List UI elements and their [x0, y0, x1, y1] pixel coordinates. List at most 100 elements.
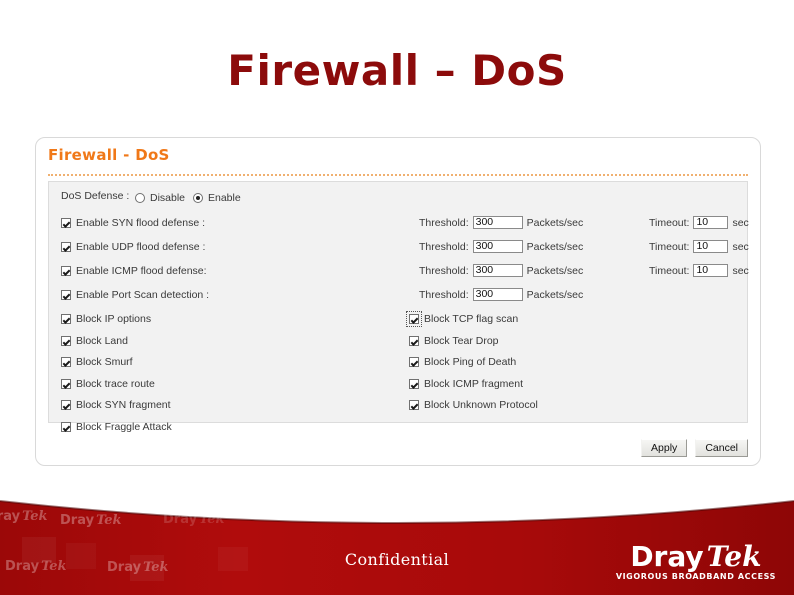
threshold-label: Threshold:: [419, 216, 469, 229]
slide-footer: DrayTek DrayTek DrayTek DrayTek DrayTek …: [0, 483, 794, 595]
panel-body: DoS Defense : Disable Enable Enable SYN …: [48, 181, 749, 433]
checkbox-udp-flood[interactable]: Enable UDP flood defense :: [61, 241, 205, 253]
checkbox-icon[interactable]: [61, 336, 71, 346]
checkbox-block-icmp-fragment[interactable]: Block ICMP fragment: [409, 378, 523, 390]
checkbox-icon[interactable]: [409, 357, 419, 367]
checkbox-label: Block IP options: [76, 313, 152, 325]
timeout-unit: sec: [732, 264, 749, 277]
threshold-unit: Packets/sec: [526, 216, 584, 229]
checkbox-label: Block ICMP fragment: [424, 378, 524, 390]
checkbox-icon[interactable]: [61, 314, 71, 324]
dos-defense-label: DoS Defense :: [61, 190, 130, 202]
checkbox-icon[interactable]: [61, 400, 71, 410]
threshold-label: Threshold:: [419, 240, 469, 253]
apply-button[interactable]: Apply: [641, 439, 688, 457]
threshold-field-group: Threshold: Packets/sec: [419, 216, 583, 229]
checkbox-block-ping-of-death[interactable]: Block Ping of Death: [409, 356, 516, 368]
panel-button-bar: Apply Cancel: [641, 439, 748, 457]
checkbox-icmp-flood[interactable]: Enable ICMP flood defense:: [61, 265, 207, 277]
checkbox-label: Block Land: [76, 335, 128, 347]
threshold-label: Threshold:: [419, 264, 469, 277]
threshold-input[interactable]: [472, 264, 523, 277]
checkbox-block-syn-fragment[interactable]: Block SYN fragment: [61, 399, 171, 411]
draytek-logo: Dray Tek VIGOROUS BROADBAND ACCESS: [616, 542, 776, 581]
checkbox-block-fraggle-attack[interactable]: Block Fraggle Attack: [61, 421, 172, 433]
page-title: Firewall – DoS: [227, 46, 567, 95]
threshold-row: Enable UDP flood defense : Threshold: Pa…: [49, 237, 749, 261]
checkbox-icon[interactable]: [61, 357, 71, 367]
checkbox-syn-flood[interactable]: Enable SYN flood defense :: [61, 217, 205, 229]
checkbox-block-trace-route[interactable]: Block trace route: [61, 378, 155, 390]
dos-defense-row: DoS Defense : Disable Enable: [49, 189, 747, 213]
checkbox-block-tear-drop[interactable]: Block Tear Drop: [409, 335, 499, 347]
checkbox-icon[interactable]: [409, 336, 419, 346]
checkbox-icon[interactable]: [61, 422, 71, 432]
watermark-tek: Tek: [22, 509, 48, 524]
dos-defense-label-group: DoS Defense :: [61, 190, 129, 202]
timeout-field-group: Timeout: sec: [649, 264, 749, 277]
panel-divider: [48, 174, 748, 176]
panel-header: Firewall - DoS: [48, 146, 748, 176]
checkbox-label: Block Fraggle Attack: [76, 421, 172, 433]
checkbox-icon[interactable]: [61, 290, 71, 300]
checkbox-icon[interactable]: [406, 311, 422, 327]
checkbox-block-tcp-flag-scan[interactable]: Block TCP flag scan: [406, 311, 519, 327]
timeout-field-group: Timeout: sec: [649, 240, 749, 253]
checkbox-block-land[interactable]: Block Land: [61, 335, 128, 347]
timeout-input[interactable]: [693, 264, 729, 277]
brand-dray-text: Dray: [630, 540, 704, 573]
checkbox-icon[interactable]: [61, 218, 71, 228]
timeout-label: Timeout:: [649, 216, 690, 229]
panel-title: Firewall - DoS: [48, 146, 170, 164]
threshold-row: Enable Port Scan detection : Threshold: …: [49, 285, 747, 309]
radio-dos-disable[interactable]: Disable: [135, 192, 185, 204]
watermark-dray: Dray: [60, 513, 95, 528]
checkbox-block-ip-options[interactable]: Block IP options: [61, 313, 151, 325]
checkbox-block-unknown-protocol[interactable]: Block Unknown Protocol: [409, 399, 538, 411]
checkbox-block-smurf[interactable]: Block Smurf: [61, 356, 133, 368]
timeout-input[interactable]: [693, 216, 729, 229]
radio-disable-label: Disable: [150, 192, 186, 204]
checkbox-label: Block SYN fragment: [76, 399, 171, 411]
checkbox-icon[interactable]: [61, 266, 71, 276]
watermark-dray: Dray: [163, 512, 198, 527]
timeout-unit: sec: [732, 240, 749, 253]
threshold-row: Enable ICMP flood defense: Threshold: Pa…: [49, 261, 749, 285]
watermark-draytek: DrayTek: [163, 512, 225, 526]
checkbox-label: Block Ping of Death: [424, 356, 517, 368]
threshold-input[interactable]: [472, 216, 523, 229]
threshold-field-group: Threshold: Packets/sec: [419, 264, 583, 277]
timeout-label: Timeout:: [649, 240, 690, 253]
brand-tagline: VIGOROUS BROADBAND ACCESS: [615, 572, 776, 581]
radio-enable-label: Enable: [208, 192, 241, 204]
checkbox-label: Block Smurf: [76, 356, 133, 368]
checkbox-icon[interactable]: [409, 379, 419, 389]
threshold-unit: Packets/sec: [526, 288, 584, 301]
radio-enable-icon[interactable]: [193, 193, 203, 203]
checkbox-label: Block trace route: [76, 378, 155, 390]
checkbox-label: Block TCP flag scan: [424, 313, 519, 325]
checkbox-icon[interactable]: [61, 379, 71, 389]
watermark-dray: Dray: [0, 509, 21, 524]
radio-dos-enable[interactable]: Enable: [193, 192, 241, 204]
checkbox-label: Enable Port Scan detection :: [76, 289, 210, 301]
checkbox-label: Enable SYN flood defense :: [76, 217, 206, 229]
threshold-unit: Packets/sec: [526, 240, 584, 253]
checkbox-port-scan[interactable]: Enable Port Scan detection :: [61, 289, 209, 301]
brand-tek-text: Tek: [706, 540, 762, 573]
watermark-draytek: DrayTek: [60, 513, 122, 527]
checkbox-icon[interactable]: [409, 400, 419, 410]
checkbox-label: Enable UDP flood defense :: [76, 241, 206, 253]
firewall-dos-panel: Firewall - DoS DoS Defense : Disable Ena…: [35, 137, 761, 466]
threshold-unit: Packets/sec: [526, 264, 584, 277]
threshold-row: Enable SYN flood defense : Threshold: Pa…: [49, 213, 749, 237]
cancel-button[interactable]: Cancel: [695, 439, 748, 457]
checkbox-icon[interactable]: [61, 242, 71, 252]
threshold-input[interactable]: [472, 240, 523, 253]
timeout-field-group: Timeout: sec: [649, 216, 749, 229]
watermark-tek: Tek: [199, 512, 225, 527]
threshold-label: Threshold:: [419, 288, 469, 301]
timeout-input[interactable]: [693, 240, 729, 253]
radio-disable-icon[interactable]: [135, 193, 145, 203]
threshold-input[interactable]: [472, 288, 523, 301]
